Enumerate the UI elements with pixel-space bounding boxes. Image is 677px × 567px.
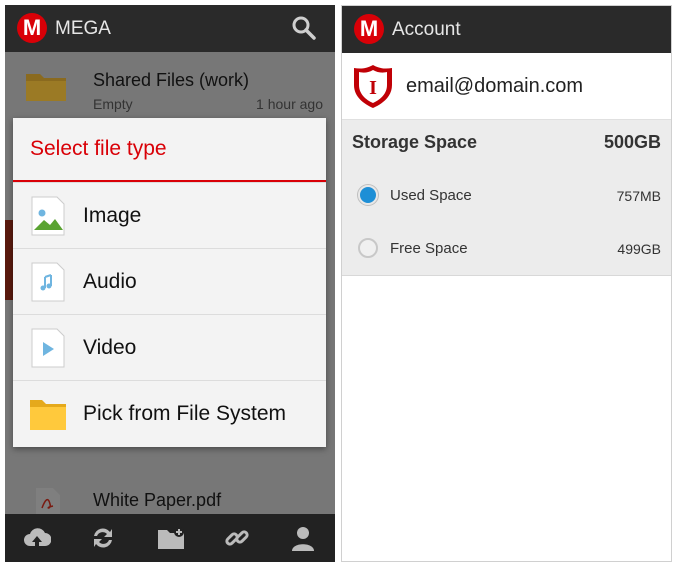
top-bar: M MEGA: [5, 5, 335, 52]
storage-row-free: Free Space 499GB: [342, 229, 671, 269]
account-header: I email@domain.com: [342, 53, 671, 120]
storage-panel: Storage Space 500GB Used Space 757MB Fre…: [342, 120, 671, 276]
link-icon[interactable]: [223, 524, 251, 552]
search-icon[interactable]: [291, 15, 317, 41]
dialog-title: Select file type: [30, 137, 167, 160]
app-title: Account: [392, 19, 461, 40]
storage-row-value: 757MB: [616, 188, 661, 204]
video-file-icon: [31, 328, 65, 368]
list-item[interactable]: Shared Files (work) Empty 1 hour ago: [5, 52, 335, 122]
storage-title: Storage Space: [352, 132, 478, 152]
image-file-icon: [31, 196, 65, 236]
mega-logo: M: [17, 13, 47, 43]
upload-icon[interactable]: [23, 524, 51, 552]
option-label: Audio: [83, 270, 137, 293]
top-bar: M Account: [342, 6, 671, 53]
option-image[interactable]: Image: [13, 182, 326, 248]
storage-row-value: 499GB: [617, 241, 661, 257]
option-label: Image: [83, 204, 142, 227]
account-icon[interactable]: [289, 524, 317, 552]
used-space-indicator: [358, 185, 378, 205]
sync-icon[interactable]: [89, 524, 117, 552]
bottom-toolbar: [5, 514, 335, 562]
storage-total: 500GB: [603, 132, 661, 152]
storage-row-label: Free Space: [390, 240, 468, 257]
option-label: Video: [83, 336, 137, 359]
app-title: MEGA: [55, 18, 111, 39]
new-folder-icon[interactable]: [157, 524, 185, 552]
shield-icon: I: [354, 65, 392, 108]
folder-icon: [30, 400, 66, 430]
list-item-name: White Paper.pdf: [93, 490, 222, 510]
thumbnail-strip: [5, 220, 13, 300]
option-video[interactable]: Video: [13, 314, 326, 380]
option-label: Pick from File System: [83, 402, 287, 425]
right-screen: M Account I email@domain.com Storage Spa…: [341, 5, 672, 562]
left-screen: M MEGA Shared Files (work) Empty 1 hour …: [5, 5, 335, 562]
list-item-name: Shared Files (work): [93, 70, 250, 90]
audio-file-icon: [31, 262, 65, 302]
select-file-type-dialog: Select file type Image Audio Video Pick …: [13, 118, 326, 447]
list-item-subtitle: Empty: [93, 96, 133, 112]
account-email: email@domain.com: [406, 75, 584, 97]
option-pick-from-file-system[interactable]: Pick from File System: [13, 380, 326, 446]
storage-row-used: Used Space 757MB: [342, 176, 671, 216]
mega-logo: M: [354, 14, 384, 44]
svg-text:I: I: [369, 77, 377, 99]
free-space-indicator: [358, 238, 378, 258]
list-item[interactable]: White Paper.pdf: [5, 462, 335, 517]
storage-row-label: Used Space: [390, 187, 472, 204]
folder-icon: [26, 74, 66, 101]
list-item-time: 1 hour ago: [256, 96, 323, 112]
option-audio[interactable]: Audio: [13, 248, 326, 314]
pdf-file-icon: [36, 488, 60, 516]
